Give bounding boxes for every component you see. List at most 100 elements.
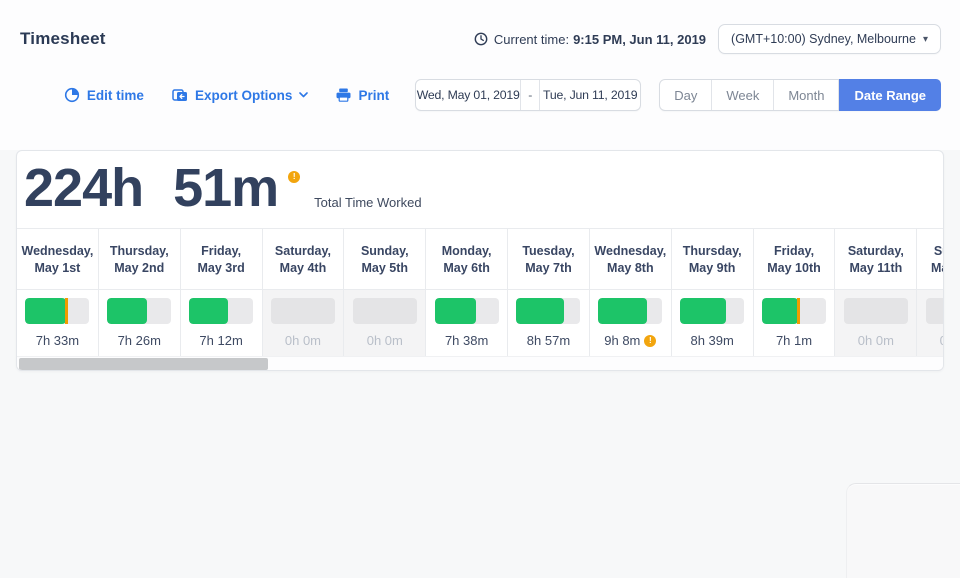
date-to-input[interactable]: Tue, Jun 11, 2019	[540, 80, 640, 110]
print-label: Print	[358, 88, 389, 103]
time-progress-fill	[516, 298, 563, 324]
print-icon	[336, 88, 351, 102]
page-title: Timesheet	[20, 29, 106, 49]
view-tab-date-range[interactable]: Date Range	[839, 79, 941, 111]
time-progress-fill	[25, 298, 65, 324]
day-time: 0h 0m	[835, 333, 916, 348]
export-icon	[172, 88, 188, 103]
date-from-input[interactable]: Wed, May 01, 2019	[416, 80, 520, 110]
warning-icon: !	[288, 171, 300, 183]
date-range-inputs: Wed, May 01, 2019 - Tue, Jun 11, 2019	[415, 79, 641, 111]
day-cell[interactable]: 0h 0m	[917, 290, 944, 356]
warning-icon: !	[644, 335, 656, 347]
day-name: Friday,	[201, 243, 241, 260]
day-time-value: 7h 12m	[199, 333, 242, 348]
time-progress-bar	[926, 298, 944, 324]
time-progress-bar	[25, 298, 89, 324]
day-header: Saturday, May 11th	[835, 229, 916, 290]
day-date: May 12th	[931, 260, 944, 277]
day-time-value: 0h 0m	[285, 333, 321, 348]
day-time: 7h 1m	[754, 333, 835, 348]
day-time-value: 8h 57m	[527, 333, 570, 348]
view-tab-day[interactable]: Day	[660, 80, 712, 110]
day-name: Thursday,	[683, 243, 742, 260]
current-time-label: Current time:	[494, 32, 569, 47]
scrollbar-thumb[interactable]	[19, 358, 268, 370]
day-header: Saturday, May 4th	[263, 229, 344, 290]
day-date: May 11th	[849, 260, 902, 277]
day-header: Friday, May 10th	[754, 229, 835, 290]
day-header: Thursday, May 9th	[672, 229, 753, 290]
timezone-dropdown[interactable]: (GMT+10:00) Sydney, Melbourne ▾	[718, 24, 941, 54]
day-time-value: 9h 8m	[604, 333, 640, 348]
view-tab-week[interactable]: Week	[712, 80, 774, 110]
day-cell[interactable]: 7h 38m	[426, 290, 507, 356]
day-name: Friday,	[774, 243, 814, 260]
time-progress-bar	[271, 298, 335, 324]
day-date: May 10th	[767, 260, 821, 277]
day-cell[interactable]: 0h 0m	[835, 290, 916, 356]
day-name: Sunday,	[361, 243, 409, 260]
export-options-label: Export Options	[195, 88, 293, 103]
day-cell[interactable]: 0h 0m	[263, 290, 344, 356]
day-cell[interactable]: 9h 8m !	[590, 290, 671, 356]
edit-time-button[interactable]: Edit time	[64, 87, 144, 103]
day-date: May 3rd	[197, 260, 244, 277]
day-header: Thursday, May 2nd	[99, 229, 180, 290]
day-cell[interactable]: 0h 0m	[344, 290, 425, 356]
toolbar: Edit time Export Options Print Wed, May …	[19, 78, 941, 112]
day-name: Wednesday,	[594, 243, 666, 260]
total-time-label: Total Time Worked	[314, 195, 421, 210]
day-column: Monday, May 6th 7h 38m	[426, 229, 508, 356]
day-date: May 8th	[607, 260, 654, 277]
day-header: Sunday, May 12th	[917, 229, 944, 290]
day-time: 9h 8m !	[590, 333, 671, 348]
total-time-value: 224h 51m	[24, 157, 278, 219]
day-date: May 9th	[689, 260, 736, 277]
time-progress-fill	[598, 298, 647, 324]
days-row: Wednesday, May 1st 7h 33m Thursday, May …	[17, 228, 944, 356]
day-column: Wednesday, May 8th 9h 8m !	[590, 229, 672, 356]
day-cell[interactable]: 8h 39m	[672, 290, 753, 356]
day-time: 7h 38m	[426, 333, 507, 348]
time-progress-bar	[598, 298, 662, 324]
timezone-selected: (GMT+10:00) Sydney, Melbourne	[731, 32, 916, 46]
time-progress-bar	[353, 298, 417, 324]
day-column: Friday, May 3rd 7h 12m	[181, 229, 263, 356]
day-cell[interactable]: 7h 1m	[754, 290, 835, 356]
print-button[interactable]: Print	[336, 88, 389, 103]
day-header: Monday, May 6th	[426, 229, 507, 290]
view-tab-month[interactable]: Month	[774, 80, 839, 110]
day-time: 0h 0m	[917, 333, 944, 348]
day-name: Saturday,	[275, 243, 331, 260]
time-progress-fill	[680, 298, 726, 324]
day-time-value: 7h 38m	[445, 333, 488, 348]
chevron-down-icon	[299, 92, 308, 98]
day-column: Saturday, May 11th 0h 0m	[835, 229, 917, 356]
day-time-value: 0h 0m	[367, 333, 403, 348]
day-date: May 2nd	[114, 260, 164, 277]
current-time: Current time: 9:15 PM, Jun 11, 2019	[474, 32, 706, 47]
total-summary: 224h 51m ! Total Time Worked	[17, 151, 943, 228]
day-cell[interactable]: 7h 12m	[181, 290, 262, 356]
page-header: Timesheet Current time: 9:15 PM, Jun 11,…	[20, 22, 941, 56]
time-progress-bar	[680, 298, 744, 324]
day-time-value: 0h 0m	[940, 333, 944, 348]
day-cell[interactable]: 7h 26m	[99, 290, 180, 356]
day-cell[interactable]: 8h 57m	[508, 290, 589, 356]
day-cell[interactable]: 7h 33m	[17, 290, 98, 356]
day-name: Wednesday,	[22, 243, 94, 260]
clock-icon	[474, 32, 488, 46]
time-progress-bar	[107, 298, 171, 324]
day-date: May 4th	[280, 260, 327, 277]
day-column: Sunday, May 5th 0h 0m	[344, 229, 426, 356]
day-name: Monday,	[442, 243, 492, 260]
day-time: 7h 33m	[17, 333, 98, 348]
day-time-value: 7h 33m	[36, 333, 79, 348]
day-header: Sunday, May 5th	[344, 229, 425, 290]
day-column: Wednesday, May 1st 7h 33m	[17, 229, 99, 356]
day-header: Wednesday, May 8th	[590, 229, 671, 290]
limit-marker	[65, 298, 68, 324]
export-options-button[interactable]: Export Options	[172, 88, 309, 103]
day-name: Tuesday,	[522, 243, 574, 260]
